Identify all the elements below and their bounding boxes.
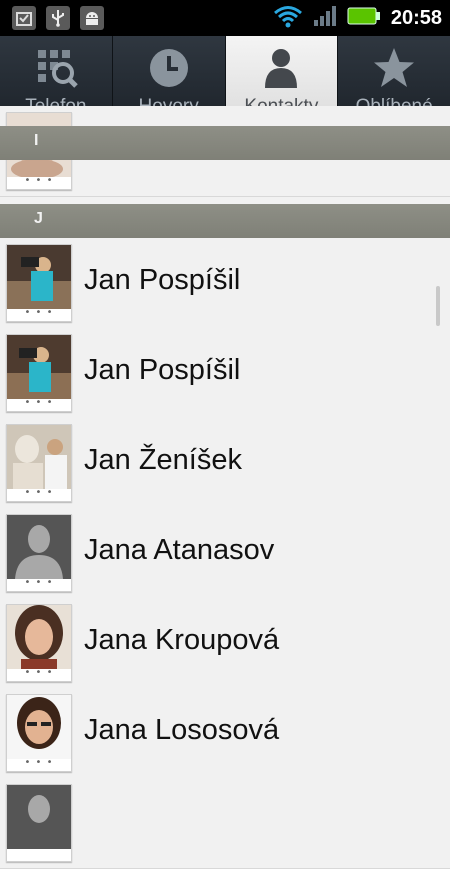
- section-letter: I: [34, 132, 39, 149]
- android-debug-icon: [80, 6, 104, 30]
- contact-photo[interactable]: [6, 784, 72, 862]
- contact-name: Jana Kroupová: [84, 624, 280, 656]
- person-icon: [259, 46, 303, 90]
- photo-image: [7, 335, 71, 399]
- section-header-i: I: [0, 126, 450, 160]
- photo-dots: • • •: [24, 667, 54, 678]
- photo-dots: • • •: [24, 757, 54, 768]
- contact-row[interactable]: • • • Jan Pospíšil: [0, 328, 450, 419]
- contact-photo[interactable]: • • •: [6, 244, 72, 322]
- photo-dots: • • •: [24, 487, 54, 498]
- contact-photo[interactable]: • • •: [6, 694, 72, 772]
- section-header-j: J: [0, 204, 450, 238]
- contact-row[interactable]: [0, 778, 450, 869]
- photo-dots: • • •: [24, 397, 54, 408]
- download-done-icon: [12, 6, 36, 30]
- photo-image: [7, 425, 71, 489]
- contact-row[interactable]: • • • Jana Lososová: [0, 688, 450, 779]
- star-icon: [372, 46, 416, 90]
- photo-image: [7, 245, 71, 309]
- contact-name: Jan Pospíšil: [84, 354, 241, 386]
- usb-icon: [46, 6, 70, 30]
- photo-dots: • • •: [24, 307, 54, 318]
- clock-time: 20:58: [390, 6, 442, 29]
- contact-row[interactable]: • • • Jan Pospíšil: [0, 238, 450, 329]
- contact-name: Jan Ženíšek: [84, 444, 242, 476]
- contact-photo[interactable]: • • •: [6, 334, 72, 412]
- contact-name: Jana Lososová: [84, 714, 280, 746]
- photo-dots: • • •: [24, 175, 54, 186]
- contact-row[interactable]: • • • Jan Ženíšek: [0, 418, 450, 509]
- photo-image: [7, 695, 71, 759]
- contact-photo[interactable]: • • •: [6, 604, 72, 682]
- section-letter: J: [34, 210, 43, 227]
- contact-name: Jana Atanasov: [84, 534, 275, 566]
- photo-image: [7, 605, 71, 669]
- default-avatar-icon: [7, 515, 71, 579]
- contact-photo[interactable]: • • •: [6, 514, 72, 592]
- contact-row[interactable]: • • • Jana Atanasov: [0, 508, 450, 599]
- photo-dots: • • •: [24, 577, 54, 588]
- contact-name: Jan Pospíšil: [84, 264, 241, 296]
- wifi-icon: [273, 4, 303, 32]
- contact-photo[interactable]: • • •: [6, 424, 72, 502]
- dialpad-icon: [34, 46, 78, 90]
- contact-row[interactable]: • • • Jana Kroupová: [0, 598, 450, 689]
- scrollbar[interactable]: [436, 286, 440, 326]
- battery-icon: [347, 6, 381, 30]
- signal-icon: [313, 5, 337, 31]
- default-avatar-icon: [7, 785, 71, 849]
- status-bar: 20:58: [0, 0, 450, 36]
- clock-icon: [147, 46, 191, 90]
